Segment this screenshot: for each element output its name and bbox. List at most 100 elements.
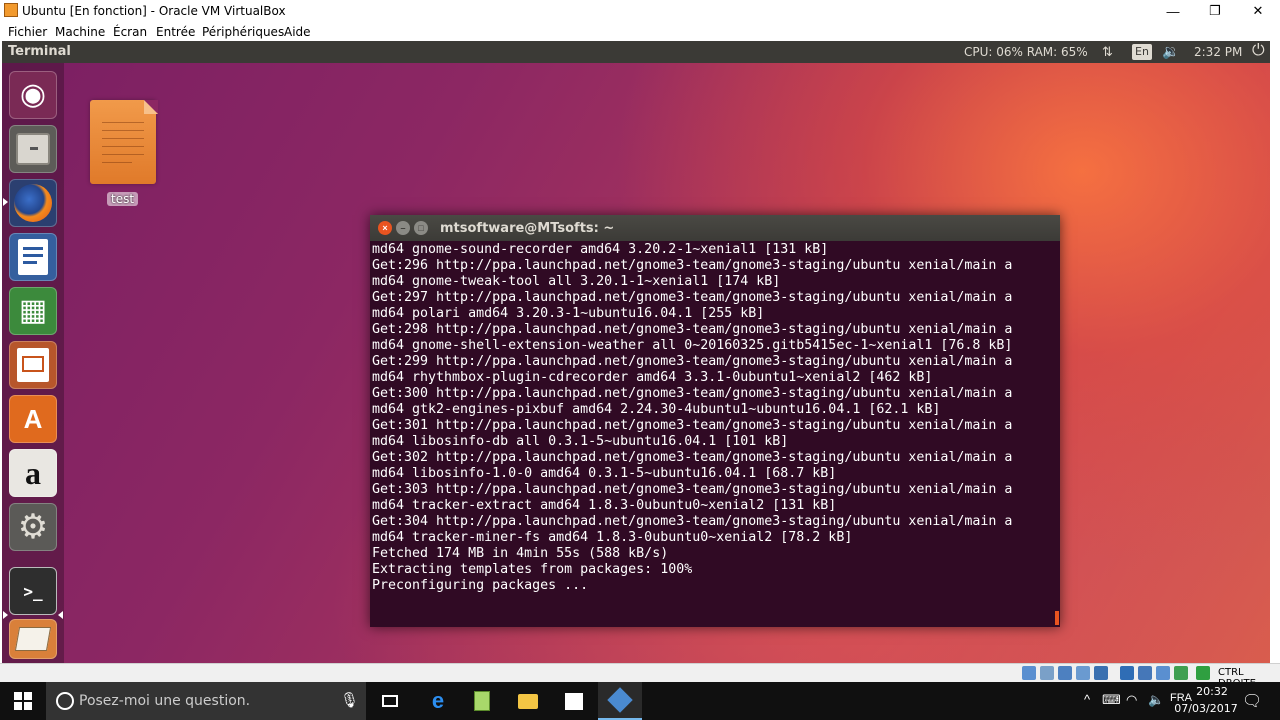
firefox-icon bbox=[14, 184, 52, 222]
virtualbox-cube-icon bbox=[607, 687, 633, 713]
terminal-line: Extracting templates from packages: 100% bbox=[372, 562, 693, 577]
launcher-ubuntu-dash[interactable]: ◉ bbox=[9, 71, 57, 119]
running-pip bbox=[3, 611, 8, 619]
terminal-scroll-indicator[interactable] bbox=[1055, 611, 1059, 625]
terminal-line: md64 gtk2-engines-pixbuf amd64 2.24.30-4… bbox=[372, 402, 941, 417]
launcher-amazon[interactable]: a bbox=[9, 449, 57, 497]
launcher-calc[interactable]: ▦ bbox=[9, 287, 57, 335]
taskbar-date[interactable]: 07/03/2017 bbox=[1172, 702, 1240, 715]
store-bag-icon bbox=[565, 692, 583, 710]
keyboard-icon[interactable]: ⌨ bbox=[1102, 692, 1121, 708]
task-view-button[interactable] bbox=[368, 682, 412, 720]
desktop-file-icon[interactable] bbox=[90, 100, 158, 184]
notepad-icon bbox=[474, 691, 490, 711]
terminal-title: mtsoftware@MTsofts: ~ bbox=[440, 221, 615, 236]
virtualization-icon[interactable] bbox=[1174, 666, 1188, 680]
speaker-icon[interactable]: 🔈 bbox=[1148, 692, 1164, 708]
display-icon[interactable] bbox=[1138, 666, 1152, 680]
terminal-line: Get:296 http://ppa.launchpad.net/gnome3-… bbox=[372, 258, 1013, 273]
vbox-menubar: Fichier Machine Écran Entrée Périphériqu… bbox=[0, 22, 1280, 41]
terminal-line: md64 tracker-extract amd64 1.8.3-0ubuntu… bbox=[372, 498, 837, 513]
terminal-line: Get:298 http://ppa.launchpad.net/gnome3-… bbox=[372, 322, 1013, 337]
folder-icon bbox=[518, 693, 538, 709]
terminal-line: md64 gnome-sound-recorder amd64 3.20.2-1… bbox=[372, 242, 829, 257]
desktop-file-label[interactable]: test bbox=[107, 192, 139, 206]
terminal-line: md64 gnome-tweak-tool all 3.20.1-1~xenia… bbox=[372, 274, 781, 289]
hard-disk-icon[interactable] bbox=[1022, 666, 1036, 680]
optical-drive-icon[interactable] bbox=[1040, 666, 1054, 680]
menu-fichier[interactable]: Fichier bbox=[8, 25, 47, 39]
terminal-line: Get:300 http://ppa.launchpad.net/gnome3-… bbox=[372, 386, 1013, 401]
taskbar-edge[interactable]: e bbox=[416, 682, 460, 720]
menu-peripheriques[interactable]: Périphériques bbox=[202, 25, 284, 39]
menu-ecran[interactable]: Écran bbox=[113, 25, 147, 39]
launcher-impress[interactable] bbox=[9, 341, 57, 389]
terminal-line: md64 libosinfo-1.0-0 amd64 0.3.1-5~ubunt… bbox=[372, 466, 837, 481]
edge-icon: e bbox=[431, 688, 445, 713]
running-pip bbox=[3, 198, 8, 206]
keyboard-language-indicator[interactable]: En bbox=[1132, 44, 1152, 60]
launcher-terminal[interactable]: >_ bbox=[9, 567, 57, 615]
cpu-ram-indicator[interactable]: CPU: 06% RAM: 65% bbox=[964, 45, 1088, 59]
ubuntu-logo-icon: ◉ bbox=[19, 78, 47, 111]
menu-machine[interactable]: Machine bbox=[55, 25, 105, 39]
microphone-icon[interactable]: 🎙 bbox=[340, 691, 359, 709]
network-arrows-icon[interactable]: ⇅ bbox=[1102, 44, 1113, 60]
ubuntu-top-panel: Terminal CPU: 06% RAM: 65% ⇅ En 🔉 2:32 P… bbox=[2, 41, 1270, 63]
taskbar-file-explorer[interactable] bbox=[506, 682, 550, 720]
panel-clock[interactable]: 2:32 PM bbox=[1194, 45, 1242, 59]
video-capture-icon[interactable] bbox=[1156, 666, 1170, 680]
mouse-integration-icon[interactable] bbox=[1196, 666, 1210, 680]
terminal-icon: >_ bbox=[23, 581, 43, 601]
terminal-line: md64 tracker-miner-fs amd64 1.8.3-0ubunt… bbox=[372, 530, 853, 545]
menu-entree[interactable]: Entrée bbox=[156, 25, 195, 39]
terminal-close-button[interactable]: × bbox=[378, 221, 392, 235]
amazon-icon: a bbox=[25, 454, 41, 491]
show-hidden-icons-chevron[interactable]: ^ bbox=[1084, 692, 1090, 707]
menu-aide[interactable]: Aide bbox=[284, 25, 311, 39]
close-button[interactable]: ✕ bbox=[1235, 0, 1280, 22]
taskbar-virtualbox[interactable] bbox=[598, 682, 642, 720]
launcher-writer[interactable] bbox=[9, 233, 57, 281]
launcher-settings[interactable]: ⚙ bbox=[9, 503, 57, 551]
windows-taskbar: Posez-moi une question. 🎙 e ^ ⌨ ◠ 🔈 FRA … bbox=[0, 682, 1280, 720]
window-title: Ubuntu [En fonction] - Oracle VM Virtual… bbox=[22, 4, 286, 18]
terminal-maximize-button[interactable]: □ bbox=[414, 221, 428, 235]
terminal-line: md64 gnome-shell-extension-weather all 0… bbox=[372, 338, 1013, 353]
terminal-window[interactable]: × – □ mtsoftware@MTsofts: ~ md64 gnome-s… bbox=[370, 215, 1060, 627]
page-fold bbox=[144, 100, 158, 114]
minimize-button[interactable]: — bbox=[1150, 0, 1196, 22]
terminal-line: Get:297 http://ppa.launchpad.net/gnome3-… bbox=[372, 290, 1013, 305]
taskbar-notepadpp[interactable] bbox=[460, 682, 504, 720]
task-view-icon bbox=[382, 695, 398, 707]
shared-folders-icon[interactable] bbox=[1120, 666, 1134, 680]
launcher-files[interactable] bbox=[9, 125, 57, 173]
focused-pip bbox=[58, 611, 63, 619]
terminal-line: Get:301 http://ppa.launchpad.net/gnome3-… bbox=[372, 418, 1013, 433]
action-center-icon[interactable]: 🗨 bbox=[1242, 691, 1262, 711]
taskbar-store[interactable] bbox=[552, 682, 596, 720]
settings-tools-icon: ⚙ bbox=[17, 508, 49, 546]
terminal-output[interactable]: md64 gnome-sound-recorder amd64 3.20.2-1… bbox=[372, 241, 1060, 625]
taskbar-time[interactable]: 20:32 bbox=[1184, 685, 1240, 698]
power-gear-icon[interactable]: ⏻ bbox=[1252, 42, 1265, 60]
writer-document-icon bbox=[18, 239, 48, 275]
active-app-title: Terminal bbox=[8, 44, 71, 59]
launcher-software[interactable]: A bbox=[9, 395, 57, 443]
usb-icon[interactable] bbox=[1094, 666, 1108, 680]
launcher-firefox[interactable] bbox=[9, 179, 57, 227]
terminal-line: md64 polari amd64 3.20.3-1~ubuntu16.04.1… bbox=[372, 306, 765, 321]
wifi-icon[interactable]: ◠ bbox=[1126, 692, 1137, 708]
audio-icon[interactable] bbox=[1058, 666, 1072, 680]
cortana-circle-icon bbox=[56, 692, 74, 710]
network-adapter-icon[interactable] bbox=[1076, 666, 1090, 680]
vbox-statusbar: CTRL DROITE bbox=[0, 663, 1280, 689]
terminal-minimize-button[interactable]: – bbox=[396, 221, 410, 235]
restore-button[interactable]: ❐ bbox=[1192, 0, 1238, 22]
unity-launcher: ◉ ▦ A a ⚙ >_ bbox=[2, 63, 64, 663]
terminal-titlebar[interactable]: × – □ mtsoftware@MTsofts: ~ bbox=[370, 215, 1060, 241]
start-button[interactable] bbox=[0, 682, 46, 720]
launcher-text-editor[interactable] bbox=[9, 619, 57, 659]
cortana-search-box[interactable]: Posez-moi une question. 🎙 bbox=[46, 682, 366, 720]
volume-icon[interactable]: 🔉 bbox=[1162, 43, 1179, 60]
